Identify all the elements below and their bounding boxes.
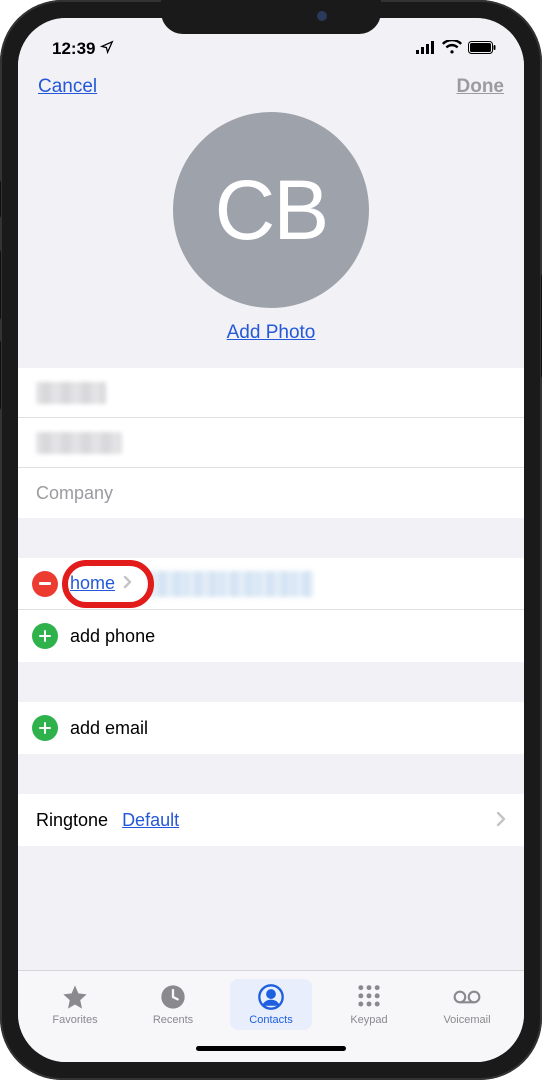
redacted-phone[interactable] (148, 571, 313, 597)
add-phone-icon[interactable] (32, 623, 58, 649)
silent-switch (0, 180, 1, 218)
cancel-button[interactable]: Cancel (38, 76, 97, 98)
tab-label: Recents (153, 1014, 193, 1026)
volume-down-button (0, 340, 1, 410)
spacer (18, 518, 524, 558)
ringtone-group: Ringtone Default (18, 794, 524, 846)
tab-favorites[interactable]: Favorites (34, 979, 116, 1030)
tab-label: Voicemail (443, 1014, 490, 1026)
tab-voicemail[interactable]: Voicemail (426, 979, 508, 1030)
tab-bar: Favorites Recents Contacts Keypad (18, 970, 524, 1034)
spacer (18, 754, 524, 794)
contact-icon (256, 983, 286, 1011)
tab-label: Keypad (350, 1014, 387, 1026)
avatar-initials: CB (215, 162, 328, 259)
phone-row-home[interactable]: home (18, 558, 524, 610)
tab-label: Contacts (249, 1014, 292, 1026)
phone-label-type[interactable]: home (70, 573, 115, 594)
tab-contacts[interactable]: Contacts (230, 979, 312, 1030)
avatar-section: CB Add Photo (18, 106, 524, 368)
phone-field-group: home add phone (18, 558, 524, 662)
add-email-row[interactable]: add email (18, 702, 524, 754)
keypad-icon (354, 983, 384, 1011)
screen: 12:39 Cancel Done (18, 18, 524, 1062)
tab-recents[interactable]: Recents (132, 979, 214, 1030)
tab-label: Favorites (52, 1014, 97, 1026)
remove-phone-icon[interactable] (32, 571, 58, 597)
cell-signal-icon (416, 39, 436, 59)
content-scroll[interactable]: CB Add Photo Company (18, 106, 524, 970)
add-phone-row[interactable]: add phone (18, 610, 524, 662)
last-name-field[interactable] (18, 418, 524, 468)
spacer (18, 846, 524, 868)
email-field-group: add email (18, 702, 524, 754)
add-email-label: add email (70, 718, 148, 739)
battery-icon (468, 39, 496, 59)
clock-icon (158, 983, 188, 1011)
tab-keypad[interactable]: Keypad (328, 979, 410, 1030)
ringtone-value[interactable]: Default (122, 810, 179, 831)
add-phone-label: add phone (70, 626, 155, 647)
nav-bar: Cancel Done (18, 66, 524, 106)
device-frame: 12:39 Cancel Done (0, 0, 542, 1080)
add-email-icon[interactable] (32, 715, 58, 741)
voicemail-icon (452, 983, 482, 1011)
wifi-icon (442, 39, 462, 59)
done-button[interactable]: Done (457, 76, 505, 98)
ringtone-label: Ringtone (36, 810, 108, 831)
chevron-right-icon (496, 807, 506, 833)
status-time: 12:39 (52, 39, 95, 59)
ringtone-row[interactable]: Ringtone Default (18, 794, 524, 846)
location-icon (100, 40, 114, 57)
redacted-text (36, 432, 122, 454)
home-indicator[interactable] (18, 1034, 524, 1062)
star-icon (60, 983, 90, 1011)
volume-up-button (0, 250, 1, 320)
company-field[interactable]: Company (18, 468, 524, 518)
redacted-text (36, 382, 106, 404)
first-name-field[interactable] (18, 368, 524, 418)
avatar[interactable]: CB (173, 112, 369, 308)
name-field-group: Company (18, 368, 524, 518)
notch (161, 0, 381, 34)
company-placeholder: Company (36, 483, 113, 504)
add-photo-button[interactable]: Add Photo (227, 322, 316, 344)
spacer (18, 662, 524, 702)
chevron-right-icon (123, 573, 132, 594)
